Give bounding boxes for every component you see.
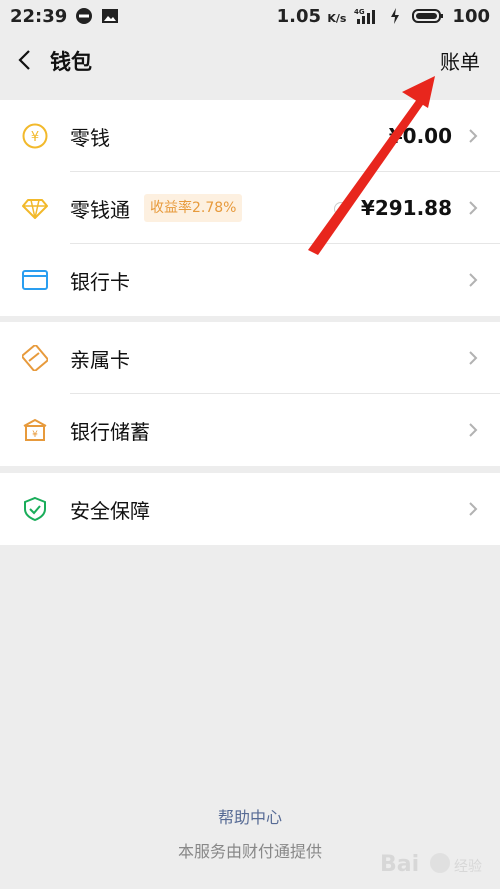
chevron-right-icon [468, 200, 478, 216]
chevron-right-icon [468, 128, 478, 144]
status-bar: 22:39 1.05 K/s 4G 100 [0, 0, 500, 32]
row-change[interactable]: ¥ 零钱 ¥0.00 [0, 100, 500, 172]
shield-icon [22, 496, 48, 522]
svg-text:经验: 经验 [454, 859, 482, 875]
row-label: 银行储蓄 [70, 419, 150, 444]
row-security[interactable]: 安全保障 [0, 473, 500, 545]
chevron-right-icon [468, 422, 478, 438]
row-label: 零钱 [70, 125, 110, 150]
diamond-icon [22, 195, 48, 221]
bill-button[interactable]: 账单 [440, 46, 480, 75]
network-type: 4G [354, 8, 365, 16]
image-notification-icon [101, 7, 119, 25]
nav-bar: 钱包 账单 [0, 32, 500, 90]
loading-spinner-icon [334, 202, 348, 216]
row-bank-card[interactable]: 银行卡 [0, 244, 500, 316]
change-balance: ¥0.00 [388, 124, 452, 148]
row-family-card[interactable]: 亲属卡 [0, 322, 500, 394]
svg-text:¥: ¥ [32, 430, 38, 440]
back-icon[interactable] [14, 48, 38, 72]
battery-icon [412, 7, 444, 25]
network-speed: 1.05 K/s [276, 5, 347, 27]
row-label: 银行卡 [70, 269, 130, 294]
wallet-group-balances: ¥ 零钱 ¥0.00 零钱通 收益率2.78% ¥291.88 银行卡 [0, 100, 500, 316]
family-card-icon [21, 344, 49, 372]
coin-icon: ¥ [22, 123, 48, 149]
row-licaitong[interactable]: 零钱通 收益率2.78% ¥291.88 [0, 172, 500, 244]
svg-text:¥: ¥ [31, 130, 39, 145]
watermark-logo: Bai 经验 [380, 852, 482, 877]
page-title: 钱包 [50, 50, 92, 74]
row-label: 安全保障 [70, 498, 150, 523]
status-time: 22:39 [10, 5, 68, 27]
chevron-right-icon [468, 272, 478, 288]
card-icon [22, 267, 48, 293]
wallet-group-services: 亲属卡 ¥ 银行储蓄 [0, 322, 500, 466]
battery-level: 100 [452, 5, 490, 27]
bank-icon: ¥ [22, 417, 48, 443]
chevron-right-icon [468, 350, 478, 366]
row-label: 零钱通 [70, 197, 130, 222]
charging-icon [386, 7, 404, 25]
chevron-right-icon [468, 501, 478, 517]
wallet-group-security: 安全保障 [0, 473, 500, 545]
row-bank-savings[interactable]: ¥ 银行储蓄 [0, 394, 500, 466]
app-notification-icon [75, 7, 93, 25]
svg-text:Bai: Bai [380, 852, 419, 877]
signal-icon: 4G [354, 7, 378, 25]
help-center-link[interactable]: 帮助中心 [0, 804, 500, 828]
yield-badge: 收益率2.78% [144, 194, 243, 222]
row-label: 亲属卡 [70, 347, 130, 372]
licaitong-balance: ¥291.88 [360, 196, 452, 220]
